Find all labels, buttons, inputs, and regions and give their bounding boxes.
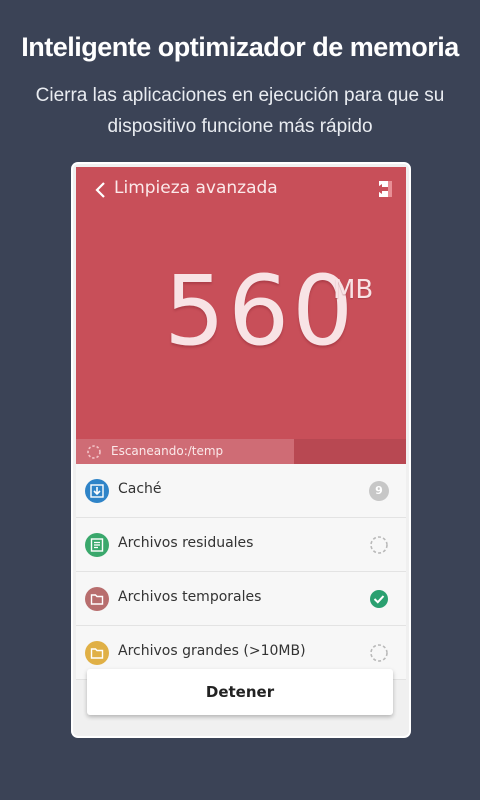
hero-panel: Limpieza avanzada 560 MB Escaneando:/tem… [76, 167, 406, 464]
exit-icon[interactable] [374, 179, 394, 199]
item-label: Archivos temporales [118, 589, 262, 605]
stop-button[interactable]: Detener [87, 669, 393, 715]
scan-bar: Escaneando:/temp [76, 439, 406, 464]
promo-subtitle: Cierra las aplicaciones en ejecución par… [35, 85, 445, 137]
check-icon [370, 590, 388, 608]
list-item-residual[interactable]: Archivos residuales [76, 518, 406, 572]
item-label: Caché [118, 481, 162, 497]
loading-spinner-icon [370, 644, 388, 662]
count-badge: 9 [369, 481, 389, 501]
download-icon [85, 479, 109, 503]
phone-screen: Limpieza avanzada 560 MB Escaneando:/tem… [73, 164, 409, 736]
folder-icon [85, 641, 109, 665]
loading-spinner-icon [370, 536, 388, 554]
item-label: Archivos grandes (>10MB) [118, 643, 306, 659]
spinner-icon [87, 445, 101, 459]
document-icon [85, 533, 109, 557]
promo-title: Inteligente optimizador de memoria [21, 32, 459, 62]
screen-title: Limpieza avanzada [114, 178, 278, 198]
folder-icon [85, 587, 109, 611]
freed-memory-value: 560 [164, 255, 357, 367]
top-bar: Limpieza avanzada [76, 167, 406, 213]
item-label: Archivos residuales [118, 535, 254, 551]
list-item-temp[interactable]: Archivos temporales [76, 572, 406, 626]
scan-status-text: Escaneando:/temp [111, 444, 224, 458]
freed-memory-unit: MB [333, 275, 374, 305]
list-item-cache[interactable]: Caché 9 [76, 464, 406, 518]
chevron-left-icon[interactable] [94, 181, 106, 199]
